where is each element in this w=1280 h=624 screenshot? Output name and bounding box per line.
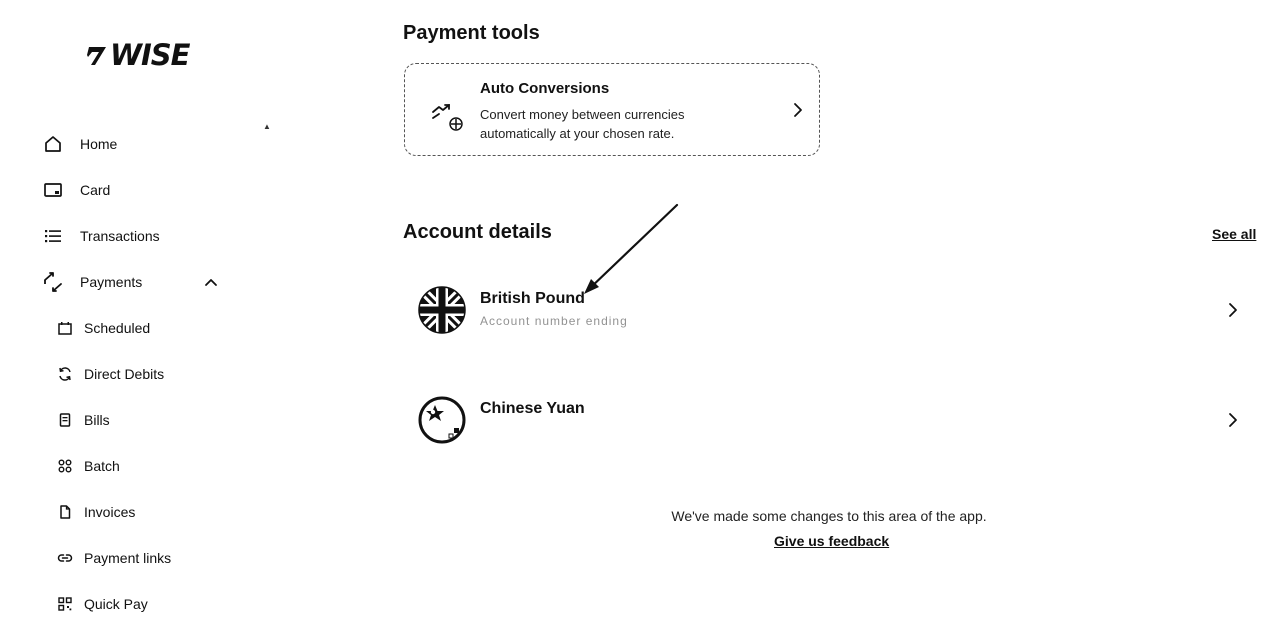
account-details-heading: Account details — [403, 221, 552, 243]
account-row-gbp[interactable]: British Pound Account number ending — [404, 276, 1254, 346]
account-subtitle: Account number ending — [480, 314, 628, 328]
sidebar-subitem-batch[interactable]: Batch — [56, 452, 120, 480]
sidebar-item-label: Bills — [84, 412, 110, 428]
home-icon — [42, 133, 64, 155]
sidebar-item-label: Direct Debits — [84, 366, 165, 382]
card-icon — [42, 179, 64, 201]
account-name: British Pound — [480, 290, 585, 307]
refresh-icon — [56, 365, 74, 383]
uk-flag-icon — [418, 286, 466, 334]
sidebar-item-payments[interactable]: Payments — [42, 267, 142, 297]
changes-notice: We've made some changes to this area of … — [671, 508, 987, 524]
give-feedback-link[interactable]: Give us feedback — [774, 533, 889, 549]
sidebar-subitem-scheduled[interactable]: Scheduled — [56, 314, 150, 342]
sidebar-item-label: Quick Pay — [84, 596, 148, 612]
sidebar-item-label: Transactions — [80, 228, 160, 244]
collapse-caret-icon: ▲ — [263, 122, 271, 131]
document-icon — [56, 503, 74, 521]
auto-conversion-icon — [432, 104, 463, 131]
china-flag-icon — [418, 396, 466, 444]
chevron-right-icon — [794, 103, 802, 117]
account-name: Chinese Yuan — [480, 400, 585, 417]
chevron-right-icon — [1229, 413, 1237, 427]
see-all-link[interactable]: See all — [1212, 226, 1256, 242]
payments-icon — [42, 271, 64, 293]
sidebar-item-transactions[interactable]: Transactions — [42, 221, 160, 251]
calendar-icon — [56, 319, 74, 337]
sidebar-item-label: Invoices — [84, 504, 136, 520]
wise-wordmark: WISE — [110, 38, 190, 72]
account-row-cny[interactable]: Chinese Yuan — [404, 386, 1254, 456]
list-icon — [42, 225, 64, 247]
chevron-up-icon[interactable] — [203, 274, 219, 290]
auto-conversions-card[interactable]: Auto Conversions Convert money between c… — [404, 63, 820, 156]
sidebar-item-label: Scheduled — [84, 320, 151, 336]
sidebar-subitem-payment-links[interactable]: Payment links — [56, 544, 171, 572]
sidebar-item-label: Payments — [80, 274, 143, 290]
sidebar-item-card[interactable]: Card — [42, 175, 110, 205]
sidebar-item-label: Home — [80, 136, 118, 152]
page: WISE ▲ Home Card Transactions Payments S… — [0, 0, 1280, 624]
sidebar-subitem-bills[interactable]: Bills — [56, 406, 110, 434]
sidebar: WISE ▲ Home Card Transactions Payments S… — [0, 0, 300, 624]
batch-icon — [56, 457, 74, 475]
wise-logo[interactable]: WISE — [86, 38, 190, 72]
sidebar-subitem-direct-debits[interactable]: Direct Debits — [56, 360, 164, 388]
sidebar-item-home[interactable]: Home — [42, 129, 117, 159]
sidebar-item-label: Card — [80, 182, 111, 198]
qr-icon — [56, 595, 74, 613]
auto-conversions-description: Convert money between currencies automat… — [480, 107, 685, 141]
bill-icon — [56, 411, 74, 429]
link-icon — [56, 549, 74, 567]
wise-flag-icon — [87, 47, 106, 65]
sidebar-item-label: Batch — [84, 458, 120, 474]
chevron-right-icon — [1229, 303, 1237, 317]
sidebar-subitem-quick-pay[interactable]: Quick Pay — [56, 590, 148, 618]
sidebar-item-label: Payment links — [84, 550, 172, 566]
auto-conversions-title: Auto Conversions — [480, 80, 610, 97]
sidebar-subitem-invoices[interactable]: Invoices — [56, 498, 135, 526]
payment-tools-heading: Payment tools — [403, 22, 540, 44]
